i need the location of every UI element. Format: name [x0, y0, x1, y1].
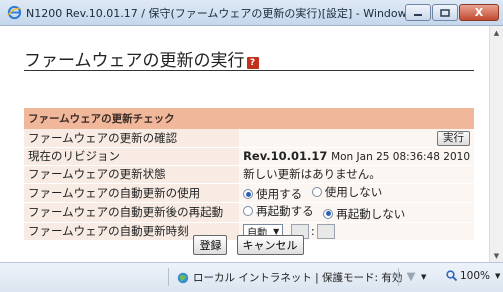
minimize-button[interactable] [405, 4, 431, 21]
maximize-button[interactable] [432, 4, 458, 21]
auto-update-disable-radio[interactable]: 使用しない [311, 184, 382, 200]
window-title: N1200 Rev.10.01.17 / 保守(ファームウェアの更新の実行)[設… [26, 6, 421, 20]
security-options-icon [406, 272, 416, 282]
update-status: 新しい更新はありません。 [239, 165, 474, 184]
minimize-icon [414, 13, 422, 16]
row-label: ファームウェアの自動更新の使用 [24, 183, 240, 203]
row-label: ファームウェアの自動更新後の再起動 [24, 202, 240, 223]
security-zone[interactable]: ローカル イントラネット | 保護モード: 有効 [176, 270, 402, 285]
status-divider [168, 268, 169, 286]
status-divider [398, 268, 399, 286]
radio-selected-icon [323, 208, 334, 219]
radio-selected-icon [243, 189, 254, 199]
table-row: ファームウェアの自動更新後の再起動 再起動する 再起動しない [24, 202, 474, 223]
execute-button[interactable]: 実行 [437, 130, 470, 146]
title-bar: N1200 Rev.10.01.17 / 保守(ファームウェアの更新の実行)[設… [0, 0, 503, 26]
row-label: 現在のリビジョン [24, 147, 240, 166]
cancel-button[interactable]: キャンセル [236, 235, 304, 255]
table-row: ファームウェアの更新の確認 実行 [24, 129, 474, 148]
restart-disable-radio[interactable]: 再起動しない [323, 206, 405, 222]
vertical-scrollbar[interactable]: ▲ ▼ [489, 26, 503, 262]
table-header: ファームウェアの更新チェック [24, 108, 474, 129]
auto-update-enable-radio[interactable]: 使用する [243, 186, 302, 202]
chevron-down-icon: ▼ [421, 273, 427, 281]
page-content: ファームウェアの更新の実行? ファームウェアの更新チェック ファームウェアの更新… [8, 26, 489, 262]
chevron-down-icon: ▼ [495, 272, 501, 280]
intranet-globe-icon [177, 272, 189, 283]
zoom-control[interactable]: 100% ▼ [446, 270, 500, 282]
status-bar: ローカル イントラネット | 保護モード: 有効 ▼ 100% ▼ [0, 262, 503, 292]
zoom-icon [446, 270, 458, 282]
internet-explorer-icon [6, 5, 22, 21]
help-icon[interactable]: ? [246, 57, 259, 69]
close-icon: X [474, 6, 484, 19]
table-row: 現在のリビジョン Rev.10.01.17 Mon Jan 25 08:36:4… [24, 147, 474, 166]
close-window-button[interactable]: X [459, 4, 499, 21]
title-divider [24, 70, 474, 71]
page-title: ファームウェアの更新の実行? [24, 46, 259, 71]
table-row: ファームウェアの自動更新の使用 使用する 使用しない [24, 183, 474, 203]
restart-enable-radio[interactable]: 再起動する [243, 203, 314, 219]
radio-unselected-icon [311, 186, 322, 197]
scroll-up-icon[interactable]: ▲ [490, 26, 503, 39]
scroll-down-icon[interactable]: ▼ [490, 249, 503, 262]
zone-text: ローカル イントラネット | 保護モード: 有効 [193, 272, 403, 284]
row-label: ファームウェアの更新状態 [24, 165, 240, 184]
protected-mode-menu[interactable]: ▼ [404, 270, 426, 284]
revision-value: Rev.10.01.17 [243, 149, 328, 163]
save-button[interactable]: 登録 [193, 235, 228, 255]
row-label: ファームウェアの更新の確認 [24, 129, 240, 148]
table-row: ファームウェアの更新状態 新しい更新はありません。 [24, 165, 474, 184]
zoom-level: 100% [460, 270, 491, 282]
maximize-icon [440, 8, 450, 17]
radio-unselected-icon [243, 206, 254, 216]
revision-date: Mon Jan 25 08:36:48 2010 [331, 151, 470, 163]
page-title-text: ファームウェアの更新の実行 [24, 51, 245, 71]
firmware-update-table: ファームウェアの更新チェック ファームウェアの更新の確認 実行 現在のリビジョン… [24, 108, 474, 241]
